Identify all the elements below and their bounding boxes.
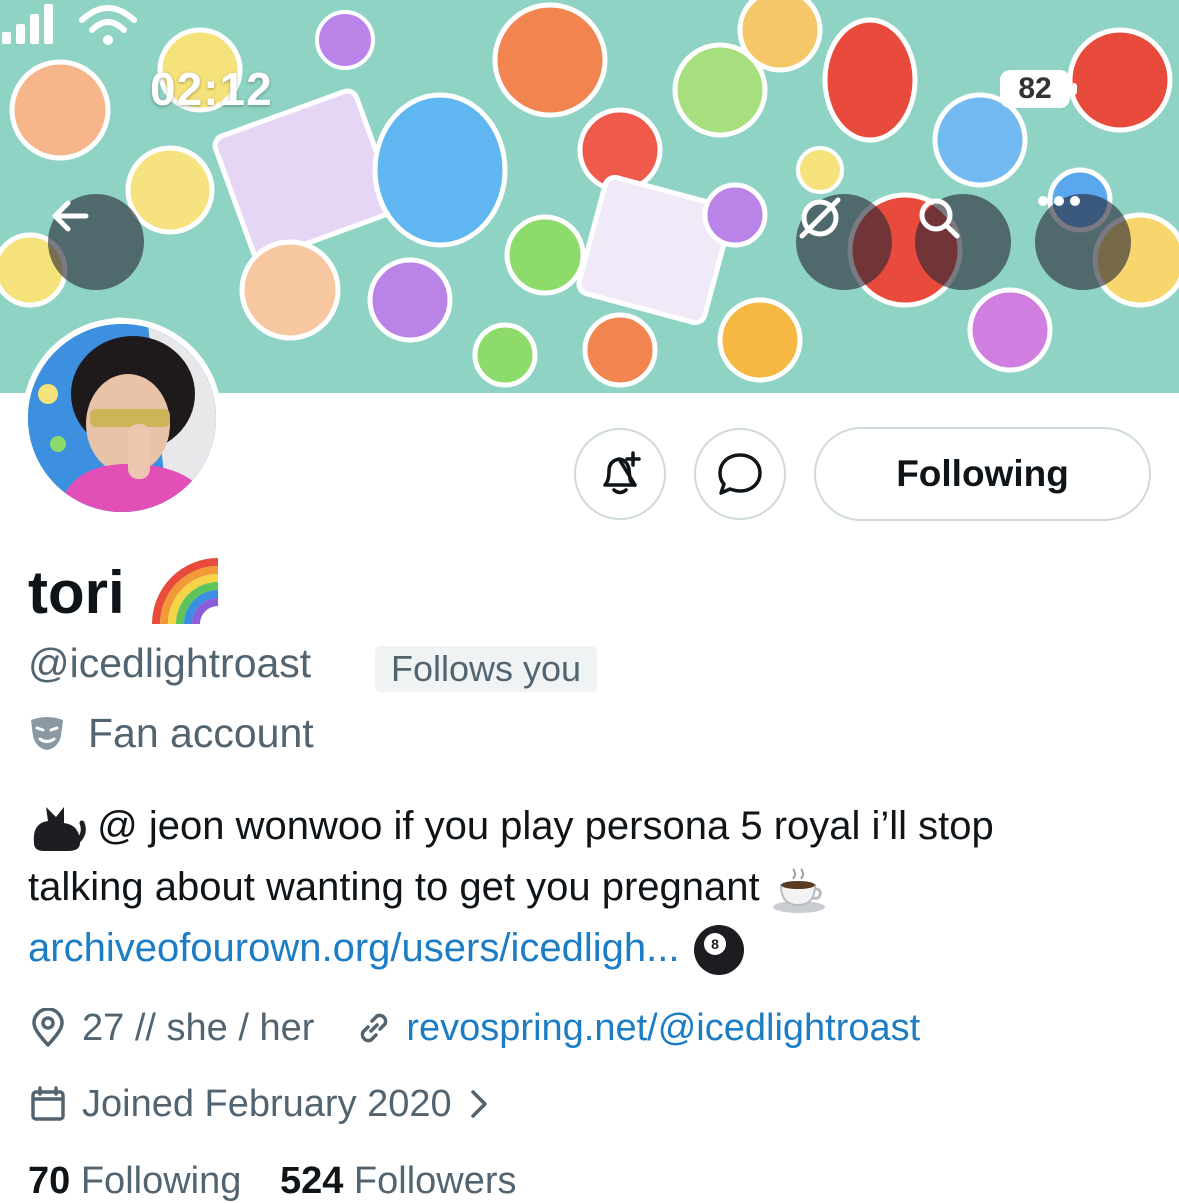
joined-date[interactable]: Joined February 2020 bbox=[28, 1080, 490, 1128]
calendar-icon bbox=[31, 1086, 65, 1121]
profile-category: Fan account bbox=[28, 708, 314, 758]
location-text: 27 // she / her bbox=[82, 1006, 315, 1049]
coffee-emoji bbox=[772, 868, 825, 914]
status-time: 02:12 bbox=[150, 63, 273, 115]
more-button[interactable] bbox=[1035, 194, 1131, 290]
search-button[interactable] bbox=[915, 194, 1011, 290]
display-name: tori bbox=[28, 559, 125, 626]
battery-indicator: 82 bbox=[1000, 70, 1077, 108]
avatar-image bbox=[28, 324, 216, 512]
signal-wifi-icons bbox=[2, 4, 137, 45]
website-link[interactable]: revospring.net/@icedlightroast bbox=[406, 1007, 920, 1050]
message-button[interactable] bbox=[694, 428, 786, 520]
notifications-button[interactable] bbox=[574, 428, 666, 520]
bio-link[interactable]: archiveofourown.org/users/icedligh... bbox=[28, 926, 679, 970]
profile-meta: 27 // she / her revospring.net/@icedligh… bbox=[28, 1004, 920, 1052]
profile-bio: @ jeon wonwoo if you play persona 5 roya… bbox=[28, 796, 1158, 979]
follow-stats: 70 Following 524 Followers bbox=[28, 1160, 517, 1203]
following-button[interactable]: Following bbox=[814, 427, 1151, 521]
chevron-right-icon bbox=[470, 1090, 487, 1118]
followers-count: 524 bbox=[279, 1160, 344, 1202]
more-dots-icon bbox=[1038, 196, 1080, 206]
grok-icon bbox=[799, 197, 841, 239]
arrow-left-icon bbox=[52, 200, 89, 232]
joined-text: Joined February 2020 bbox=[82, 1082, 452, 1125]
search-icon bbox=[919, 198, 960, 239]
followers-stat-label: Followers bbox=[353, 1160, 517, 1202]
masks-icon bbox=[31, 717, 63, 750]
bio-line-1: @ jeon wonwoo if you play persona 5 roya… bbox=[97, 804, 994, 848]
avatar-photo bbox=[28, 324, 216, 512]
8-ball-emoji: 8 bbox=[693, 925, 744, 976]
username-handle: @icedlightroast bbox=[28, 640, 312, 686]
back-button[interactable] bbox=[48, 194, 144, 290]
profile-avatar[interactable] bbox=[22, 318, 222, 518]
following-count: 70 bbox=[28, 1160, 71, 1202]
category-label: Fan account bbox=[88, 709, 314, 756]
bio-line-2: talking about wanting to get you pregnan… bbox=[28, 865, 760, 909]
message-bubble-icon bbox=[718, 453, 762, 495]
rainbow-emoji bbox=[152, 558, 219, 624]
black-cat-emoji bbox=[33, 807, 86, 852]
bell-plus-icon bbox=[603, 451, 641, 495]
following-stat-label: Following bbox=[80, 1160, 242, 1202]
grok-button[interactable] bbox=[796, 194, 892, 290]
follows-you-badge: Follows you bbox=[375, 646, 598, 692]
link-icon bbox=[361, 1013, 388, 1043]
location-pin-icon bbox=[32, 1008, 64, 1047]
following-stat[interactable]: 70 Following bbox=[28, 1160, 241, 1202]
followers-stat[interactable]: 524 Followers bbox=[280, 1160, 517, 1202]
svg-text:8: 8 bbox=[711, 936, 719, 952]
